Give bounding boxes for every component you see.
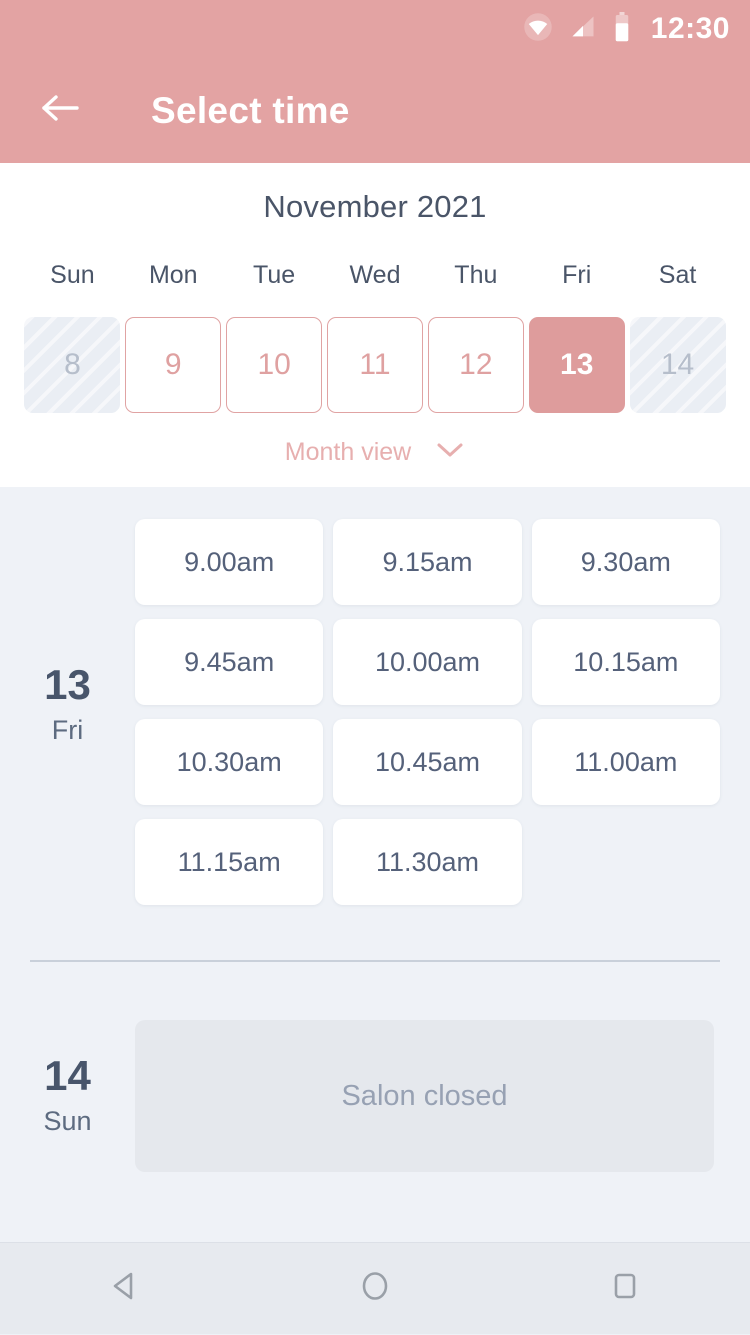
recents-square-icon	[607, 1268, 643, 1309]
calendar-day-cell[interactable]: 10	[226, 317, 323, 413]
arrow-left-icon	[39, 92, 81, 129]
day-weekday: Fri	[51, 715, 84, 745]
calendar-day-cell-selected[interactable]: 13	[528, 317, 625, 413]
calendar-day-cell[interactable]: 12	[427, 317, 524, 413]
home-circle-icon	[357, 1268, 393, 1309]
time-slot[interactable]: 9.30am	[531, 519, 720, 605]
day-schedule-block: 13 Fri 9.00am 9.15am 9.30am 9.45am 10.00…	[0, 505, 750, 905]
calendar-day-cell: 14	[629, 317, 726, 413]
day-number: 13	[44, 661, 91, 708]
back-button[interactable]	[32, 83, 88, 139]
weekday-header-row: Sun Mon Tue Wed Thu Fri Sat	[0, 261, 750, 290]
time-slot[interactable]: 10.00am	[333, 619, 522, 705]
time-slot[interactable]: 9.45am	[135, 619, 324, 705]
calendar-days-row: 8 9 10 11 12 13 14	[0, 317, 750, 413]
day-number: 14	[44, 1052, 91, 1099]
weekday-header: Sun	[50, 261, 95, 289]
time-slot[interactable]: 9.15am	[333, 519, 522, 605]
status-bar: 12:30	[0, 0, 750, 58]
time-slot[interactable]: 10.15am	[531, 619, 720, 705]
calendar-day-cell: 8	[24, 317, 121, 413]
android-nav-bar	[0, 1242, 750, 1334]
calendar-month-title: November 2021	[263, 189, 487, 224]
status-bar-clock: 12:30	[650, 12, 730, 45]
weekday-header: Wed	[349, 261, 401, 289]
weekday-header: Sat	[658, 261, 697, 289]
time-slot[interactable]: 10.30am	[135, 719, 324, 805]
day-weekday: Sun	[43, 1106, 92, 1136]
day-label: 13 Fri	[0, 505, 135, 905]
nav-recents-button[interactable]	[565, 1243, 685, 1335]
nav-back-button[interactable]	[65, 1243, 185, 1335]
time-slot-grid: 9.00am 9.15am 9.30am 9.45am 10.00am 10.1…	[135, 505, 720, 905]
battery-icon	[613, 11, 631, 47]
time-slot[interactable]: 11.00am	[531, 719, 720, 805]
app-bar: Select time	[0, 58, 750, 163]
calendar-panel: November 2021 Sun Mon Tue Wed Thu Fri Sa…	[0, 163, 750, 487]
time-slot[interactable]: 10.45am	[333, 719, 522, 805]
weekday-header: Thu	[454, 261, 498, 289]
weekday-header: Tue	[253, 261, 296, 289]
schedule-area: 13 Fri 9.00am 9.15am 9.30am 9.45am 10.00…	[0, 487, 750, 1172]
chevron-down-icon	[435, 441, 465, 464]
section-divider	[30, 960, 720, 962]
month-view-label: Month view	[284, 438, 412, 466]
weekday-header: Mon	[148, 261, 198, 289]
salon-closed-card: Salon closed	[135, 1020, 714, 1172]
page-title: Select time	[151, 89, 350, 131]
calendar-day-cell[interactable]: 11	[326, 317, 423, 413]
weekday-header: Fri	[562, 261, 592, 289]
nav-home-button[interactable]	[315, 1243, 435, 1335]
month-view-toggle[interactable]: Month view	[0, 438, 750, 467]
day-label: 14 Sun	[0, 1020, 135, 1172]
time-slot[interactable]: 9.00am	[135, 519, 324, 605]
day-schedule-block: 14 Sun Salon closed	[0, 1020, 750, 1172]
signal-icon	[569, 13, 597, 46]
time-slot[interactable]: 11.30am	[333, 819, 522, 905]
back-triangle-icon	[107, 1268, 143, 1309]
wifi-icon	[523, 12, 553, 47]
calendar-day-cell[interactable]: 9	[125, 317, 222, 413]
time-slot[interactable]: 11.15am	[135, 819, 324, 905]
